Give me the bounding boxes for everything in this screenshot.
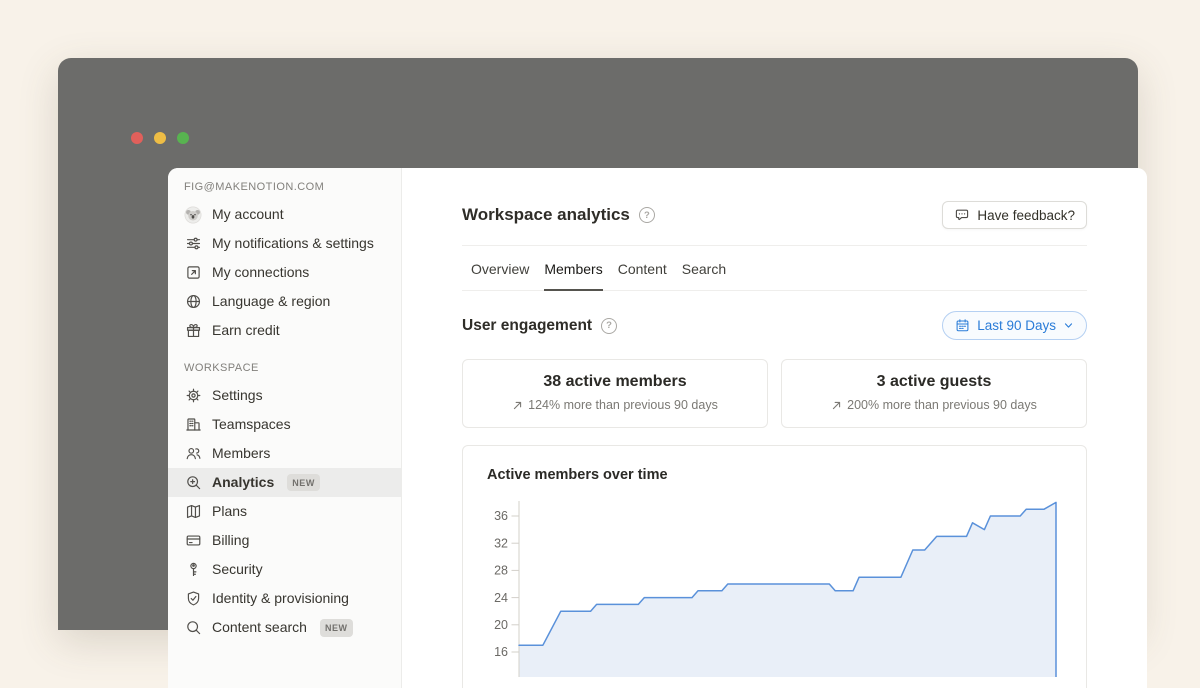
main-content: Workspace analytics ? Have feedback? Ove… <box>402 168 1147 688</box>
sidebar-item-identity-provisioning[interactable]: Identity & provisioning <box>168 584 401 613</box>
tab-search[interactable]: Search <box>682 246 726 291</box>
sidebar-item-label: Settings <box>212 386 263 405</box>
workspace-section-label: WORKSPACE <box>168 362 401 374</box>
stat-value: 3 active guests <box>792 373 1076 391</box>
account-menu: My account My notifications & settings My … <box>168 200 401 345</box>
sidebar-item-security[interactable]: Security <box>168 555 401 584</box>
sidebar-item-label: Content search <box>212 618 307 637</box>
stat-delta-text: 124% more than previous 90 days <box>528 398 718 412</box>
magnifier-plus-icon <box>184 474 202 492</box>
tab-content[interactable]: Content <box>618 246 667 291</box>
active-members-chart: 162024283236 <box>463 495 1086 677</box>
feedback-button-label: Have feedback? <box>977 208 1075 223</box>
page-title-text: Workspace analytics <box>462 205 630 225</box>
account-email-label: FIG@MAKENOTION.COM <box>168 181 401 193</box>
gift-icon <box>184 322 202 340</box>
chart-area-fill <box>519 502 1056 677</box>
sidebar-item-earn-credit[interactable]: Earn credit <box>168 316 401 345</box>
sidebar-item-members[interactable]: Members <box>168 439 401 468</box>
close-window-button[interactable] <box>131 132 143 144</box>
globe-icon <box>184 293 202 311</box>
sidebar-item-label: My account <box>212 205 284 224</box>
sidebar-item-settings[interactable]: Settings <box>168 381 401 410</box>
building-icon <box>184 416 202 434</box>
chart-title: Active members over time <box>463 446 1086 484</box>
sidebar-item-label: My notifications & settings <box>212 234 374 253</box>
app-window: FIG@MAKENOTION.COM My account My notifica… <box>58 58 1138 630</box>
sidebar-item-my-notifications-settings[interactable]: My notifications & settings <box>168 229 401 258</box>
page-header: Workspace analytics ? Have feedback? <box>462 168 1087 229</box>
y-axis-tick-label: 36 <box>494 509 508 523</box>
help-icon[interactable]: ? <box>639 207 655 223</box>
sidebar-item-my-account[interactable]: My account <box>168 200 401 229</box>
window-controls <box>131 132 189 144</box>
page-title: Workspace analytics ? <box>462 205 655 225</box>
shield-check-icon <box>184 590 202 608</box>
chart-card: Active members over time 162024283236 <box>462 445 1087 688</box>
credit-card-icon <box>184 532 202 550</box>
sidebar-item-label: Teamspaces <box>212 415 291 434</box>
user-engagement-title-text: User engagement <box>462 317 592 335</box>
sidebar-item-label: Members <box>212 444 270 463</box>
sliders-icon <box>184 235 202 253</box>
arrow-up-right-box-icon <box>184 264 202 282</box>
sidebar-item-label: My connections <box>212 263 309 282</box>
new-badge: NEW <box>287 474 320 491</box>
sidebar-item-analytics[interactable]: Analytics NEW <box>168 468 401 497</box>
chevron-down-icon <box>1063 320 1074 331</box>
y-axis-tick-label: 16 <box>494 645 508 659</box>
sidebar-item-label: Identity & provisioning <box>212 589 349 608</box>
sidebar-item-label: Earn credit <box>212 321 280 340</box>
sidebar-item-my-connections[interactable]: My connections <box>168 258 401 287</box>
tab-members[interactable]: Members <box>544 246 602 291</box>
stat-cards-row: 38 active members 124% more than previous… <box>462 359 1087 428</box>
new-badge: NEW <box>320 619 353 636</box>
user-engagement-title: User engagement ? <box>462 317 617 335</box>
sidebar-item-teamspaces[interactable]: Teamspaces <box>168 410 401 439</box>
help-icon[interactable]: ? <box>601 318 617 334</box>
sidebar-item-label: Security <box>212 560 263 579</box>
settings-panel: FIG@MAKENOTION.COM My account My notifica… <box>168 168 1147 688</box>
stat-card-38-active-members: 38 active members 124% more than previous… <box>462 359 768 428</box>
trend-up-icon <box>512 400 523 411</box>
map-icon <box>184 503 202 521</box>
minimize-window-button[interactable] <box>154 132 166 144</box>
sidebar-item-language-region[interactable]: Language & region <box>168 287 401 316</box>
y-axis-tick-label: 28 <box>494 564 508 578</box>
sidebar-item-label: Analytics <box>212 473 274 492</box>
sidebar-item-billing[interactable]: Billing <box>168 526 401 555</box>
trend-up-icon <box>831 400 842 411</box>
key-icon <box>184 561 202 579</box>
zoom-window-button[interactable] <box>177 132 189 144</box>
workspace-menu: Settings Teamspaces Members Analytics NEW Pla… <box>168 381 401 642</box>
people-icon <box>184 445 202 463</box>
sidebar-item-content-search[interactable]: Content search NEW <box>168 613 401 642</box>
y-axis-tick-label: 32 <box>494 536 508 550</box>
speech-bubble-icon <box>954 207 970 223</box>
sidebar-item-plans[interactable]: Plans <box>168 497 401 526</box>
settings-sidebar: FIG@MAKENOTION.COM My account My notifica… <box>168 168 402 688</box>
tab-overview[interactable]: Overview <box>471 246 529 291</box>
date-range-label: Last 90 Days <box>977 318 1056 333</box>
stat-delta-text: 200% more than previous 90 days <box>847 398 1037 412</box>
page-background: FIG@MAKENOTION.COM My account My notifica… <box>0 0 1200 630</box>
engagement-header-row: User engagement ? Last 90 Days <box>462 311 1087 340</box>
analytics-tabs: Overview Members Content Search <box>462 246 1087 291</box>
y-axis-tick-label: 24 <box>494 591 508 605</box>
have-feedback-button[interactable]: Have feedback? <box>942 201 1087 229</box>
sidebar-item-label: Plans <box>212 502 247 521</box>
magnifier-icon <box>184 619 202 637</box>
stat-card-3-active-guests: 3 active guests 200% more than previous 9… <box>781 359 1087 428</box>
sidebar-item-label: Language & region <box>212 292 330 311</box>
stat-value: 38 active members <box>473 373 757 391</box>
date-range-button[interactable]: Last 90 Days <box>942 311 1087 340</box>
gear-icon <box>184 387 202 405</box>
sidebar-item-label: Billing <box>212 531 249 550</box>
calendar-icon <box>955 318 970 333</box>
avatar-koala-icon <box>184 206 202 224</box>
